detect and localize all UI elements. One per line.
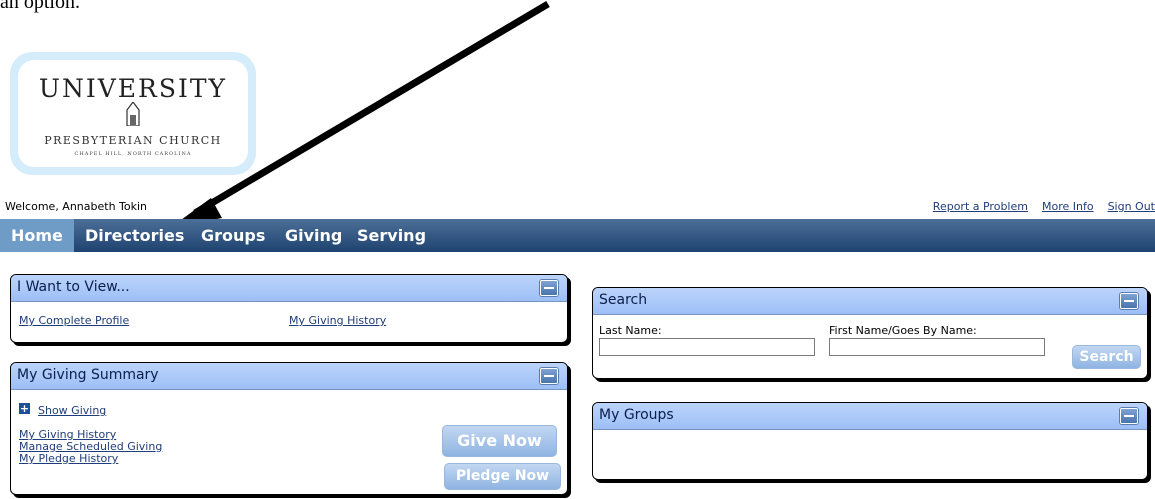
church-icon — [126, 102, 140, 126]
nav-home[interactable]: Home — [0, 219, 74, 252]
giving-history-link[interactable]: My Giving History — [289, 314, 386, 327]
give-now-button[interactable]: Give Now — [442, 425, 557, 457]
complete-profile-link[interactable]: My Complete Profile — [19, 314, 129, 327]
summary-giving-history-link[interactable]: My Giving History — [19, 429, 116, 440]
nav-directories[interactable]: Directories — [74, 219, 195, 252]
pledge-now-button[interactable]: Pledge Now — [444, 463, 561, 490]
logo-line-2: PRESBYTERIAN CHURCH — [44, 134, 222, 147]
last-name-input[interactable] — [599, 338, 815, 356]
logo-line-1: UNIVERSITY — [38, 74, 228, 103]
last-name-label: Last Name: — [599, 324, 662, 337]
search-button[interactable]: Search — [1072, 345, 1141, 369]
document-text-fragment: an option. — [0, 0, 80, 13]
report-problem-link[interactable]: Report a Problem — [933, 200, 1028, 213]
nav-groups[interactable]: Groups — [190, 219, 276, 252]
nav-serving[interactable]: Serving — [346, 219, 437, 252]
main-nav: Home Directories Groups Giving Serving — [0, 219, 1155, 252]
manage-scheduled-giving-link[interactable]: Manage Scheduled Giving — [19, 441, 162, 452]
minimize-icon[interactable] — [1120, 408, 1138, 424]
view-panel-title: I Want to View... — [17, 279, 130, 295]
giving-summary-title: My Giving Summary — [17, 367, 159, 383]
header-links: Report a Problem More Info Sign Out — [919, 200, 1155, 213]
minimize-icon[interactable] — [540, 368, 558, 384]
minimize-icon[interactable] — [540, 280, 558, 296]
minimize-icon[interactable] — [1120, 293, 1138, 309]
first-name-label: First Name/Goes By Name: — [829, 324, 977, 337]
my-groups-panel: My Groups — [592, 402, 1148, 480]
expand-icon[interactable]: + — [19, 403, 30, 414]
search-panel-title: Search — [599, 292, 648, 308]
nav-giving[interactable]: Giving — [274, 219, 353, 252]
church-logo: UNIVERSITY PRESBYTERIAN CHURCH CHAPEL HI… — [10, 52, 256, 175]
search-panel: Search Last Name: First Name/Goes By Nam… — [592, 287, 1148, 379]
sign-out-link[interactable]: Sign Out — [1108, 200, 1155, 213]
giving-summary-panel: My Giving Summary + Show Giving My Givin… — [10, 362, 568, 495]
welcome-text: Welcome, Annabeth Tokin — [5, 200, 148, 213]
more-info-link[interactable]: More Info — [1042, 200, 1094, 213]
show-giving-link[interactable]: Show Giving — [38, 404, 106, 417]
view-panel: I Want to View... My Complete Profile My… — [10, 274, 568, 343]
pledge-history-link[interactable]: My Pledge History — [19, 453, 118, 464]
first-name-input[interactable] — [829, 338, 1045, 356]
logo-line-3: CHAPEL HILL, NORTH CAROLINA — [74, 151, 192, 157]
my-groups-title: My Groups — [599, 407, 674, 423]
